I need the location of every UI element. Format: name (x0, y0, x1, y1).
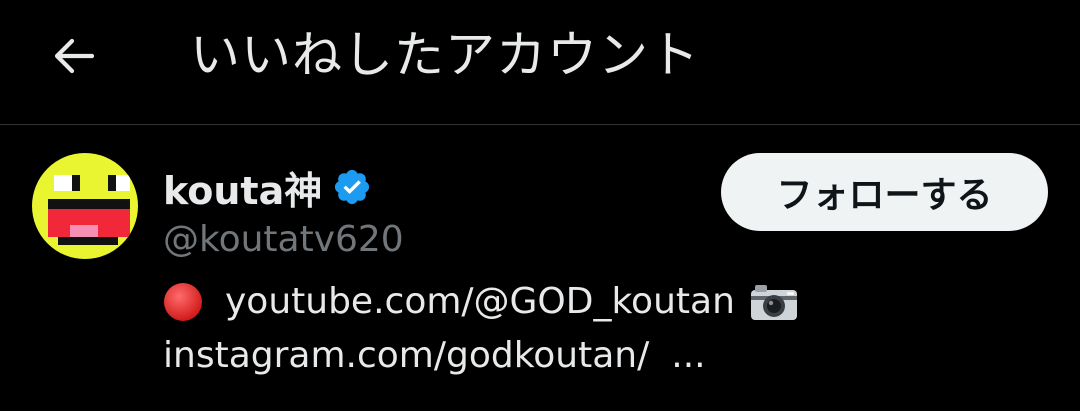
camera-emoji-icon (749, 281, 799, 323)
user-handle: @koutatv620 (163, 219, 404, 260)
instagram-link[interactable]: instagram.com/godkoutan/ (163, 329, 649, 383)
arrow-left-icon (54, 38, 95, 74)
avatar[interactable] (32, 153, 138, 259)
bio-line-2: instagram.com/godkoutan/ ... (163, 329, 1043, 383)
bio-ellipsis: ... (671, 335, 706, 376)
bio-line-1: youtube.com/@GOD_koutan (163, 275, 1043, 329)
pixel-face-avatar-icon (32, 153, 138, 259)
follow-button[interactable]: フォローする (721, 153, 1048, 231)
display-name[interactable]: kouta神 (163, 160, 322, 215)
youtube-link[interactable]: youtube.com/@GOD_koutan (225, 275, 735, 329)
verified-badge-icon (332, 167, 372, 207)
top-app-bar: いいねしたアカウント (0, 0, 1080, 125)
user-list-item[interactable]: kouta神 @koutatv620 フォローする youtube.com/@G… (0, 125, 1080, 411)
page-title: いいねしたアカウント (190, 26, 700, 84)
display-name-row: kouta神 (163, 161, 372, 213)
back-button[interactable] (44, 26, 104, 86)
user-bio: youtube.com/@GOD_koutan instagram.com/go… (163, 275, 1043, 383)
red-circle-emoji-icon (163, 282, 203, 322)
